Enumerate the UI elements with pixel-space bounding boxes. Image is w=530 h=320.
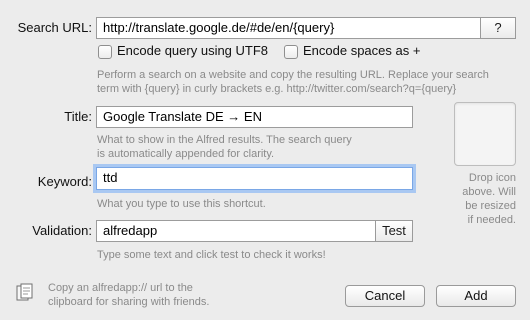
title-hint-line1: What to show in the Alfred results. The … xyxy=(97,134,352,146)
icon-drop-hint-line3: be resized xyxy=(465,200,516,212)
encode-spaces-label: Encode spaces as + xyxy=(303,43,421,58)
help-button[interactable]: ? xyxy=(480,17,516,39)
keyword-input[interactable]: ttd xyxy=(96,167,413,190)
encode-utf8-label: Encode query using UTF8 xyxy=(117,43,269,58)
add-button[interactable]: Add xyxy=(436,285,516,307)
icon-drop-hint-line2: above. Will xyxy=(462,186,516,198)
encode-spaces-checkbox[interactable] xyxy=(284,45,298,59)
icon-drop-well[interactable] xyxy=(454,102,516,166)
icon-drop-hint: Drop icon above. Will be resized if need… xyxy=(430,171,516,227)
search-url-label: Search URL: xyxy=(17,20,92,35)
search-url-input[interactable]: http://translate.google.de/#de/en/{query… xyxy=(96,17,481,39)
search-url-hint-line2: term with {query} in curly brackets e.g.… xyxy=(97,83,457,95)
test-button[interactable]: Test xyxy=(375,220,413,242)
copy-url-text: Copy an alfredapp:// url to the clipboar… xyxy=(48,281,209,309)
keyword-hint: What you type to use this shortcut. xyxy=(97,198,266,210)
title-input[interactable]: Google Translate DE → EN xyxy=(96,106,413,128)
copy-url-line1: Copy an alfredapp:// url to the xyxy=(48,282,193,294)
keyword-label: Keyword: xyxy=(37,174,92,189)
validation-input[interactable]: alfredapp xyxy=(96,220,376,242)
encode-utf8-checkbox[interactable] xyxy=(98,45,112,59)
copy-url-line2: clipboard for sharing with friends. xyxy=(48,296,210,308)
copy-url-icon[interactable] xyxy=(16,283,34,303)
search-url-hint: Perform a search on a website and copy t… xyxy=(97,68,517,96)
icon-drop-hint-line4: if needed. xyxy=(467,214,516,226)
search-url-hint-line1: Perform a search on a website and copy t… xyxy=(97,69,489,81)
validation-label: Validation: xyxy=(32,223,92,238)
validation-hint: Type some text and click test to check i… xyxy=(97,249,326,261)
title-label: Title: xyxy=(64,109,92,124)
icon-drop-hint-line1: Drop icon xyxy=(468,172,516,184)
title-hint: What to show in the Alfred results. The … xyxy=(97,133,417,161)
cancel-button[interactable]: Cancel xyxy=(345,285,425,307)
title-hint-line2: is automatically appended for clarity. xyxy=(97,148,275,160)
